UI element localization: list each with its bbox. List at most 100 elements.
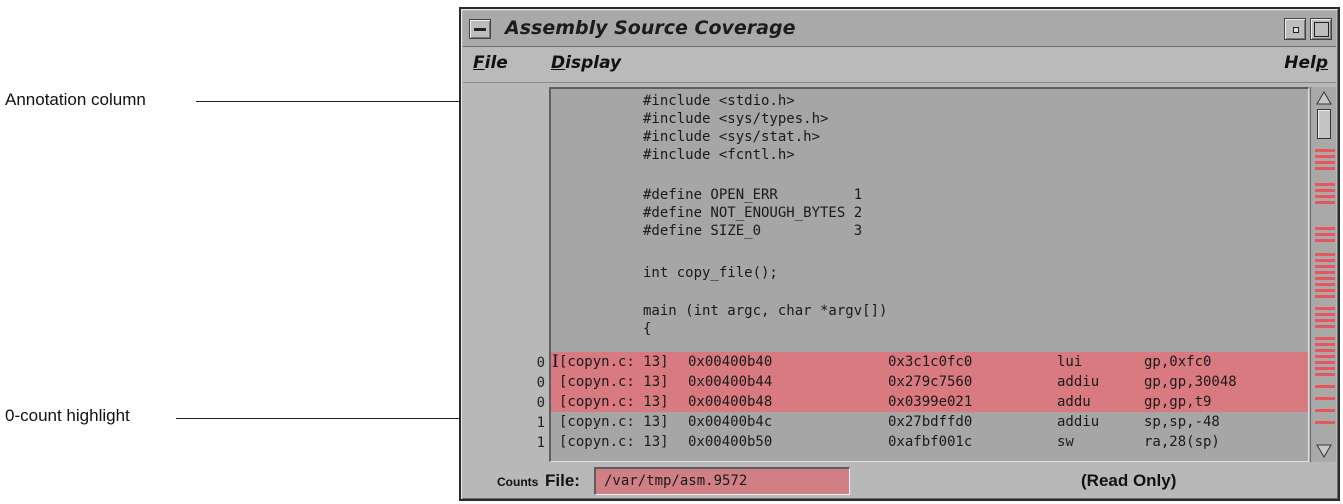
source-line: main (int argc, char *argv[]) (643, 303, 888, 319)
asm-opcode: addiu (1057, 414, 1100, 430)
coverage-marker (1315, 325, 1335, 328)
menu-help[interactable]: Help (1284, 53, 1328, 73)
menu-display[interactable]: Display (551, 53, 621, 73)
minimize-icon[interactable] (1284, 18, 1306, 40)
asm-address: 0x00400b44 (688, 374, 773, 390)
i-beam-cursor-icon: I (552, 352, 559, 372)
coverage-marker (1315, 397, 1335, 400)
coverage-marker (1315, 355, 1335, 358)
coverage-marker (1315, 149, 1335, 152)
asm-location: [copyn.c: 13] (559, 414, 669, 430)
counts-label: Counts (497, 475, 539, 489)
asm-location: [copyn.c: 13] (559, 394, 669, 410)
coverage-marker (1315, 265, 1335, 268)
source-line: #include <sys/stat.h> (643, 129, 821, 145)
source-line: #define NOT_ENOUGH_BYTES 2 (643, 205, 863, 221)
coverage-marker (1315, 155, 1335, 158)
title-bar[interactable]: Assembly Source Coverage (463, 11, 1336, 47)
coverage-marker (1315, 373, 1335, 376)
asm-row[interactable]: I [copyn.c: 13] 0x00400b40 0x3c1c0fc0 lu… (551, 352, 1308, 372)
count-cell: 0 (536, 395, 545, 411)
coverage-marker (1315, 259, 1335, 262)
coverage-marker (1315, 183, 1335, 186)
source-pane[interactable]: #include <stdio.h> #include <sys/types.h… (549, 87, 1309, 462)
coverage-marker (1315, 367, 1335, 370)
menu-help-label: Hel (1284, 53, 1316, 73)
coverage-marker (1315, 201, 1335, 204)
maximize-icon[interactable] (1310, 18, 1332, 40)
menu-file-label: ile (484, 53, 508, 73)
menu-bar: File Display Help (463, 48, 1336, 83)
asm-row[interactable]: [copyn.c: 13] 0x00400b4c 0x27bdffd0 addi… (551, 412, 1308, 432)
coverage-marker (1315, 343, 1335, 346)
asm-opcode: lui (1057, 354, 1083, 370)
coverage-marker (1315, 253, 1335, 256)
asm-code: 0x3c1c0fc0 (888, 354, 973, 370)
asm-code: 0x27bdffd0 (888, 414, 973, 430)
source-line: { (643, 321, 652, 337)
coverage-marker (1315, 189, 1335, 192)
asm-args: gp,gp,t9 (1144, 394, 1212, 410)
coverage-marker (1315, 313, 1335, 316)
window-title: Assembly Source Coverage (505, 17, 796, 39)
arrow-down-icon[interactable] (1316, 443, 1332, 459)
asm-address: 0x00400b40 (688, 354, 773, 370)
vertical-scrollbar[interactable] (1310, 87, 1336, 462)
annotation-column: 0 0 0 1 1 (467, 87, 549, 461)
menu-display-mnemonic: D (551, 53, 566, 73)
asm-args: gp,0xfc0 (1144, 354, 1212, 370)
asm-address: 0x00400b4c (688, 414, 773, 430)
asm-location: [copyn.c: 13] (559, 434, 669, 450)
asm-row[interactable]: [copyn.c: 13] 0x00400b48 0x0399e021 addu… (551, 392, 1308, 412)
coverage-marker (1315, 277, 1335, 280)
asm-args: ra,28(sp) (1144, 434, 1220, 450)
coverage-marker (1315, 409, 1335, 412)
asm-opcode: addu (1057, 394, 1091, 410)
callout-zero-count-highlight: 0-count highlight (5, 406, 130, 425)
coverage-marker (1315, 385, 1335, 388)
arrow-up-icon[interactable] (1316, 90, 1332, 106)
read-only-status: (Read Only) (1081, 471, 1177, 490)
callout-annotation-column: Annotation column (5, 90, 146, 109)
asm-opcode: addiu (1057, 374, 1100, 390)
footer-bar: Counts File: /var/tmp/asm.9572 (Read Onl… (463, 464, 1336, 499)
coverage-marker (1315, 167, 1335, 170)
count-cell: 1 (536, 415, 545, 431)
asm-address: 0x00400b50 (688, 434, 773, 450)
file-path-field[interactable]: /var/tmp/asm.9572 (594, 467, 850, 495)
source-line: #define SIZE_0 3 (643, 223, 863, 239)
asm-args: gp,gp,30048 (1144, 374, 1237, 390)
asm-code: 0xafbf001c (888, 434, 973, 450)
coverage-marker (1315, 195, 1335, 198)
assembly-source-coverage-window: Assembly Source Coverage File Display He… (459, 7, 1340, 501)
coverage-marker (1315, 289, 1335, 292)
asm-address: 0x00400b48 (688, 394, 773, 410)
asm-opcode: sw (1057, 434, 1074, 450)
asm-location: [copyn.c: 13] (559, 354, 669, 370)
scroll-thumb[interactable] (1317, 109, 1331, 139)
coverage-marker (1315, 227, 1335, 230)
source-line: #include <fcntl.h> (643, 147, 795, 163)
coverage-marker (1315, 283, 1335, 286)
source-line: #include <sys/types.h> (643, 111, 829, 127)
source-line: #include <stdio.h> (643, 93, 795, 109)
menu-file-mnemonic: F (473, 53, 485, 73)
coverage-marker (1315, 161, 1335, 164)
count-cell: 0 (536, 375, 545, 391)
source-line: int copy_file(); (643, 265, 778, 281)
count-cell: 0 (536, 355, 545, 371)
coverage-marker (1315, 421, 1335, 424)
menu-file[interactable]: File (473, 53, 508, 73)
source-line: #define OPEN_ERR 1 (643, 187, 863, 203)
count-cell: 1 (536, 435, 545, 451)
coverage-marker (1315, 349, 1335, 352)
asm-row[interactable]: [copyn.c: 13] 0x00400b50 0xafbf001c sw r… (551, 432, 1308, 452)
asm-row[interactable]: [copyn.c: 13] 0x00400b44 0x279c7560 addi… (551, 372, 1308, 392)
window-menu-icon[interactable] (469, 19, 491, 39)
asm-code: 0x279c7560 (888, 374, 973, 390)
coverage-marker (1315, 337, 1335, 340)
menu-display-label: isplay (565, 53, 622, 73)
coverage-marker (1315, 307, 1335, 310)
asm-code: 0x0399e021 (888, 394, 973, 410)
coverage-marker (1315, 319, 1335, 322)
